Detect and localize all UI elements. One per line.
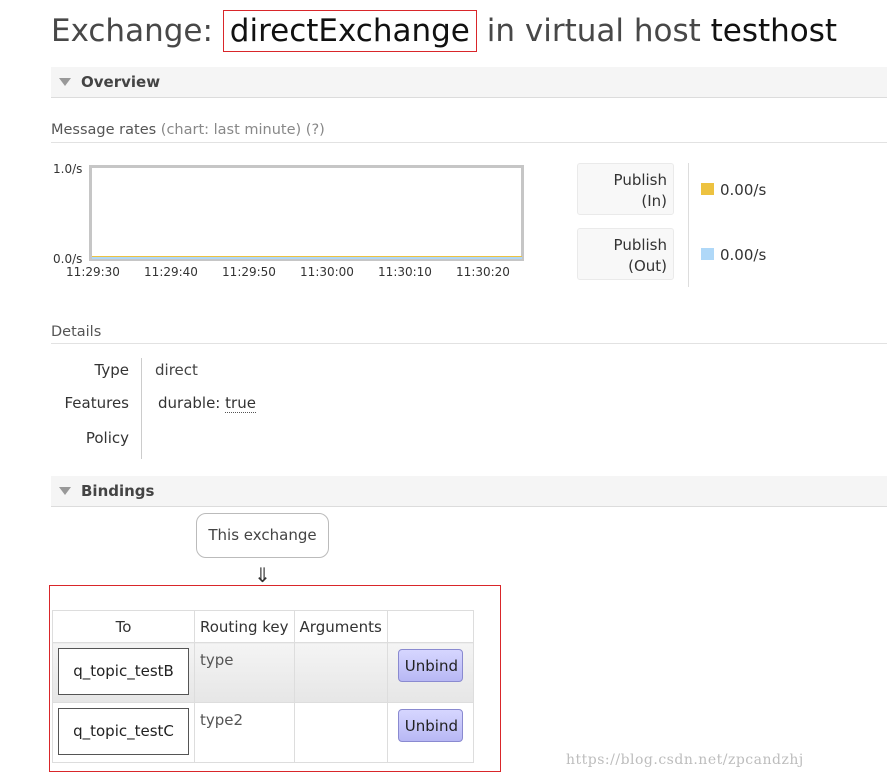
watermark-text: https://blog.csdn.net/zpcandzhj xyxy=(566,752,804,768)
chart-range-link[interactable]: (chart: last minute) xyxy=(161,122,301,138)
rate-label-publish-out: Publish (Out) xyxy=(577,228,674,280)
cell-arguments xyxy=(293,702,388,763)
features-value: durable: true xyxy=(158,394,256,413)
overview-section-toggle[interactable]: Overview xyxy=(51,67,887,98)
table-row: q_topic_testB type Unbind xyxy=(52,642,474,703)
feature-key: durable: xyxy=(158,394,221,412)
unbind-button[interactable]: Unbind xyxy=(397,709,463,742)
rate-divider xyxy=(688,163,689,287)
rate-label-line2: (In) xyxy=(641,192,667,210)
cell-to: q_topic_testB xyxy=(52,642,195,703)
help-link[interactable]: (?) xyxy=(306,122,325,138)
page-title: Exchange: directExchange in virtual host… xyxy=(51,10,837,52)
cell-to: q_topic_testC xyxy=(52,702,195,763)
bindings-heading: Bindings xyxy=(81,482,155,500)
rate-label-line1: Publish xyxy=(613,236,667,254)
rate-value-publish-in: 0.00/s xyxy=(720,181,767,199)
x-tick-label: 11:30:10 xyxy=(378,265,432,279)
divider xyxy=(51,142,887,143)
title-prefix: Exchange: xyxy=(51,13,213,49)
column-header-to: To xyxy=(52,610,195,643)
column-header-action xyxy=(386,610,474,643)
vhost-name: testhost xyxy=(710,13,838,49)
title-middle: in virtual host xyxy=(486,13,701,49)
queue-link[interactable]: q_topic_testC xyxy=(58,708,189,755)
message-rates-title: Message rates (chart: last minute) (?) xyxy=(51,122,325,138)
x-tick-label: 11:29:40 xyxy=(144,265,198,279)
rate-label-line1: Publish xyxy=(613,171,667,189)
x-tick-label: 11:29:30 xyxy=(66,265,120,279)
cell-routing-key: type xyxy=(194,642,295,703)
message-rates-chart: 1.0/s 0.0/s 11:29:30 11:29:40 11:29:50 11:3… xyxy=(53,162,524,279)
rate-label-line2: (Out) xyxy=(628,257,667,275)
chart-plot-area xyxy=(89,165,524,261)
x-tick-label: 11:30:20 xyxy=(456,265,510,279)
collapse-triangle-icon xyxy=(59,78,71,86)
legend-swatch-publish-out xyxy=(701,248,714,260)
routing-key-value: type2 xyxy=(200,711,244,729)
cell-routing-key: type2 xyxy=(194,702,295,763)
exchange-name: directExchange xyxy=(222,10,477,52)
bindings-table: To Routing key Arguments q_topic_testB t… xyxy=(52,610,474,763)
queue-link[interactable]: q_topic_testB xyxy=(58,648,189,695)
cell-action: Unbind xyxy=(386,642,474,703)
collapse-triangle-icon xyxy=(59,487,71,495)
y-tick-label-bottom: 0.0/s xyxy=(53,252,82,266)
cell-arguments xyxy=(293,642,388,703)
type-label: Type xyxy=(94,361,129,379)
legend-swatch-publish-in xyxy=(701,183,714,195)
unbind-button[interactable]: Unbind xyxy=(397,649,463,682)
table-header-row: To Routing key Arguments xyxy=(52,610,474,643)
rate-value-publish-out: 0.00/s xyxy=(720,246,767,264)
cell-action: Unbind xyxy=(386,702,474,763)
details-heading: Details xyxy=(51,324,102,340)
table-row: q_topic_testC type2 Unbind xyxy=(52,702,474,763)
down-arrow-icon: ⇓ xyxy=(254,563,271,587)
overview-heading: Overview xyxy=(81,73,161,91)
features-label: Features xyxy=(64,394,130,412)
type-value: direct xyxy=(155,361,198,379)
column-header-arguments: Arguments xyxy=(293,610,388,643)
message-rates-label: Message rates xyxy=(51,122,157,138)
column-header-routing-key: Routing key xyxy=(194,610,295,643)
divider xyxy=(51,343,887,344)
rate-label-publish-in: Publish (In) xyxy=(577,163,674,215)
bindings-section-toggle[interactable]: Bindings xyxy=(51,476,887,507)
details-divider xyxy=(141,358,142,459)
routing-key-value: type xyxy=(200,651,234,669)
this-exchange-box: This exchange xyxy=(196,513,329,558)
y-tick-label-top: 1.0/s xyxy=(53,162,82,176)
x-tick-label: 11:30:00 xyxy=(300,265,354,279)
x-tick-label: 11:29:50 xyxy=(222,265,276,279)
policy-label: Policy xyxy=(85,429,129,447)
feature-durable-value: true xyxy=(225,394,256,413)
